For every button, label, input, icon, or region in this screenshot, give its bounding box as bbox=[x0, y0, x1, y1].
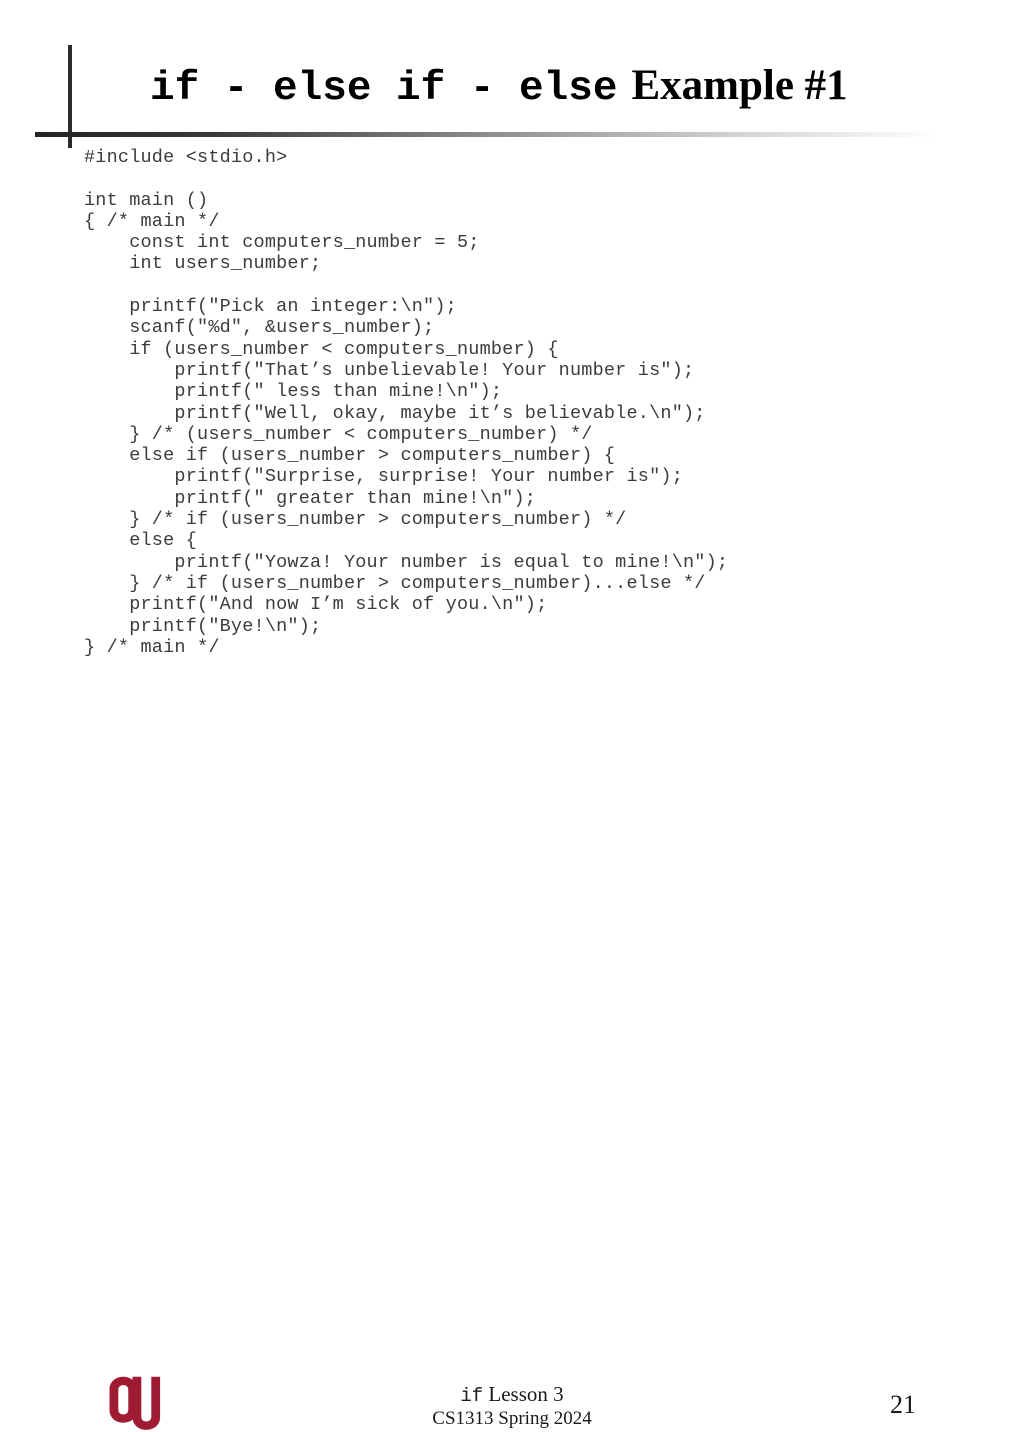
code-line: printf("Well, okay, maybe it’s believabl… bbox=[84, 402, 706, 424]
code-line: printf("That’s unbelievable! Your number… bbox=[84, 359, 695, 381]
footer-lesson-line: if Lesson 3 bbox=[0, 1383, 1024, 1408]
code-line: if (users_number < computers_number) { bbox=[84, 338, 559, 360]
code-listing: #include <stdio.h> int main (){ /* main … bbox=[84, 147, 984, 658]
footer-lesson-label-part: Lesson 3 bbox=[483, 1382, 564, 1406]
code-line: else if (users_number > computers_number… bbox=[84, 445, 616, 467]
title-horizontal-rule bbox=[35, 132, 940, 137]
code-line: int main () bbox=[84, 189, 209, 211]
code-line: printf("Pick an integer:\n"); bbox=[84, 296, 457, 318]
code-line: const int computers_number = 5; bbox=[84, 232, 480, 254]
slide-title-area: if - else if - else Example #1 bbox=[0, 0, 1024, 150]
code-line: { /* main */ bbox=[84, 210, 220, 232]
code-line: printf("Surprise, surprise! Your number … bbox=[84, 466, 683, 488]
code-line: } /* main */ bbox=[84, 636, 220, 658]
footer-lesson-code-part: if bbox=[460, 1385, 484, 1407]
code-line: printf("Bye!\n"); bbox=[84, 615, 322, 637]
slide-footer: if Lesson 3 CS1313 Spring 2024 21 bbox=[0, 686, 1024, 1430]
page-title-code-part: if - else if - else bbox=[150, 66, 618, 112]
code-line: else { bbox=[84, 530, 198, 552]
code-line: } /* if (users_number > computers_number… bbox=[84, 509, 627, 531]
page-title-label-part: Example #1 bbox=[631, 62, 848, 109]
code-line: printf(" less than mine!\n"); bbox=[84, 381, 503, 403]
code-line: int users_number; bbox=[84, 253, 322, 275]
code-line: scanf("%d", &users_number); bbox=[84, 317, 435, 339]
page-title: if - else if - else Example #1 bbox=[150, 64, 848, 110]
code-line: } /* (users_number < computers_number) *… bbox=[84, 423, 593, 445]
footer-center-text: if Lesson 3 CS1313 Spring 2024 bbox=[0, 1383, 1024, 1430]
code-line: printf("Yowza! Your number is equal to m… bbox=[84, 551, 729, 573]
page-number: 21 bbox=[890, 1390, 916, 1419]
code-line: #include <stdio.h> bbox=[84, 147, 288, 168]
footer-course-line: CS1313 Spring 2024 bbox=[432, 1408, 592, 1429]
code-line: printf("And now I’m sick of you.\n"); bbox=[84, 594, 548, 616]
code-line: printf(" greater than mine!\n"); bbox=[84, 487, 537, 509]
code-line: } /* if (users_number > computers_number… bbox=[84, 572, 706, 594]
